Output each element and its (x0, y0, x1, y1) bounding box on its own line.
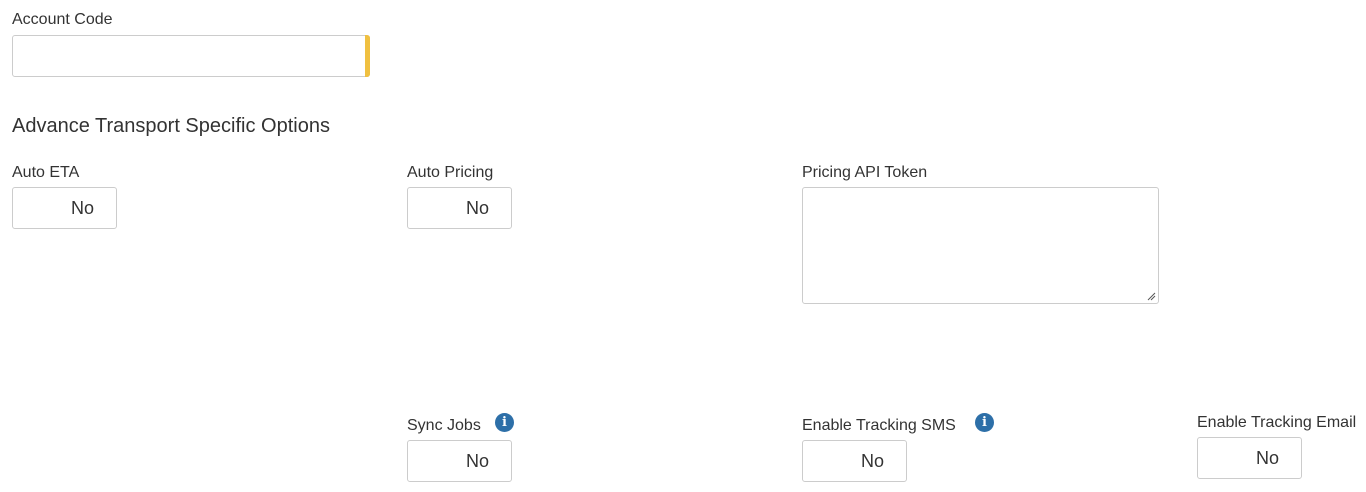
required-indicator (365, 35, 370, 77)
pricing-api-token-textarea[interactable] (802, 187, 1159, 304)
sync-jobs-toggle[interactable]: No (407, 440, 512, 482)
enable-tracking-sms-info-icon[interactable]: i (975, 413, 994, 432)
sync-jobs-info-icon[interactable]: i (495, 413, 514, 432)
enable-tracking-sms-label: Enable Tracking SMS (802, 417, 956, 434)
account-code-label: Account Code (12, 11, 113, 28)
sync-jobs-toggle-value: No (465, 451, 489, 471)
auto-pricing-toggle[interactable]: No (407, 187, 512, 229)
enable-tracking-sms-toggle[interactable]: No (802, 440, 907, 482)
auto-pricing-toggle-value: No (465, 198, 489, 218)
section-title: Advance Transport Specific Options (12, 115, 330, 137)
auto-eta-label: Auto ETA (12, 164, 80, 181)
sync-jobs-label: Sync Jobs (407, 417, 481, 434)
resize-handle-icon[interactable] (1146, 291, 1156, 301)
enable-tracking-email-toggle[interactable]: No (1197, 437, 1302, 479)
transport-settings-form: Account Code Advance Transport Specific … (0, 0, 1366, 492)
auto-eta-toggle-value: No (70, 198, 94, 218)
auto-pricing-label: Auto Pricing (407, 164, 494, 181)
account-code-input[interactable] (12, 35, 370, 77)
enable-tracking-sms-toggle-value: No (860, 451, 884, 471)
pricing-api-token-label: Pricing API Token (802, 164, 928, 181)
auto-eta-toggle[interactable]: No (12, 187, 117, 229)
enable-tracking-email-label: Enable Tracking Email (1197, 414, 1357, 431)
enable-tracking-email-toggle-value: No (1255, 448, 1279, 468)
